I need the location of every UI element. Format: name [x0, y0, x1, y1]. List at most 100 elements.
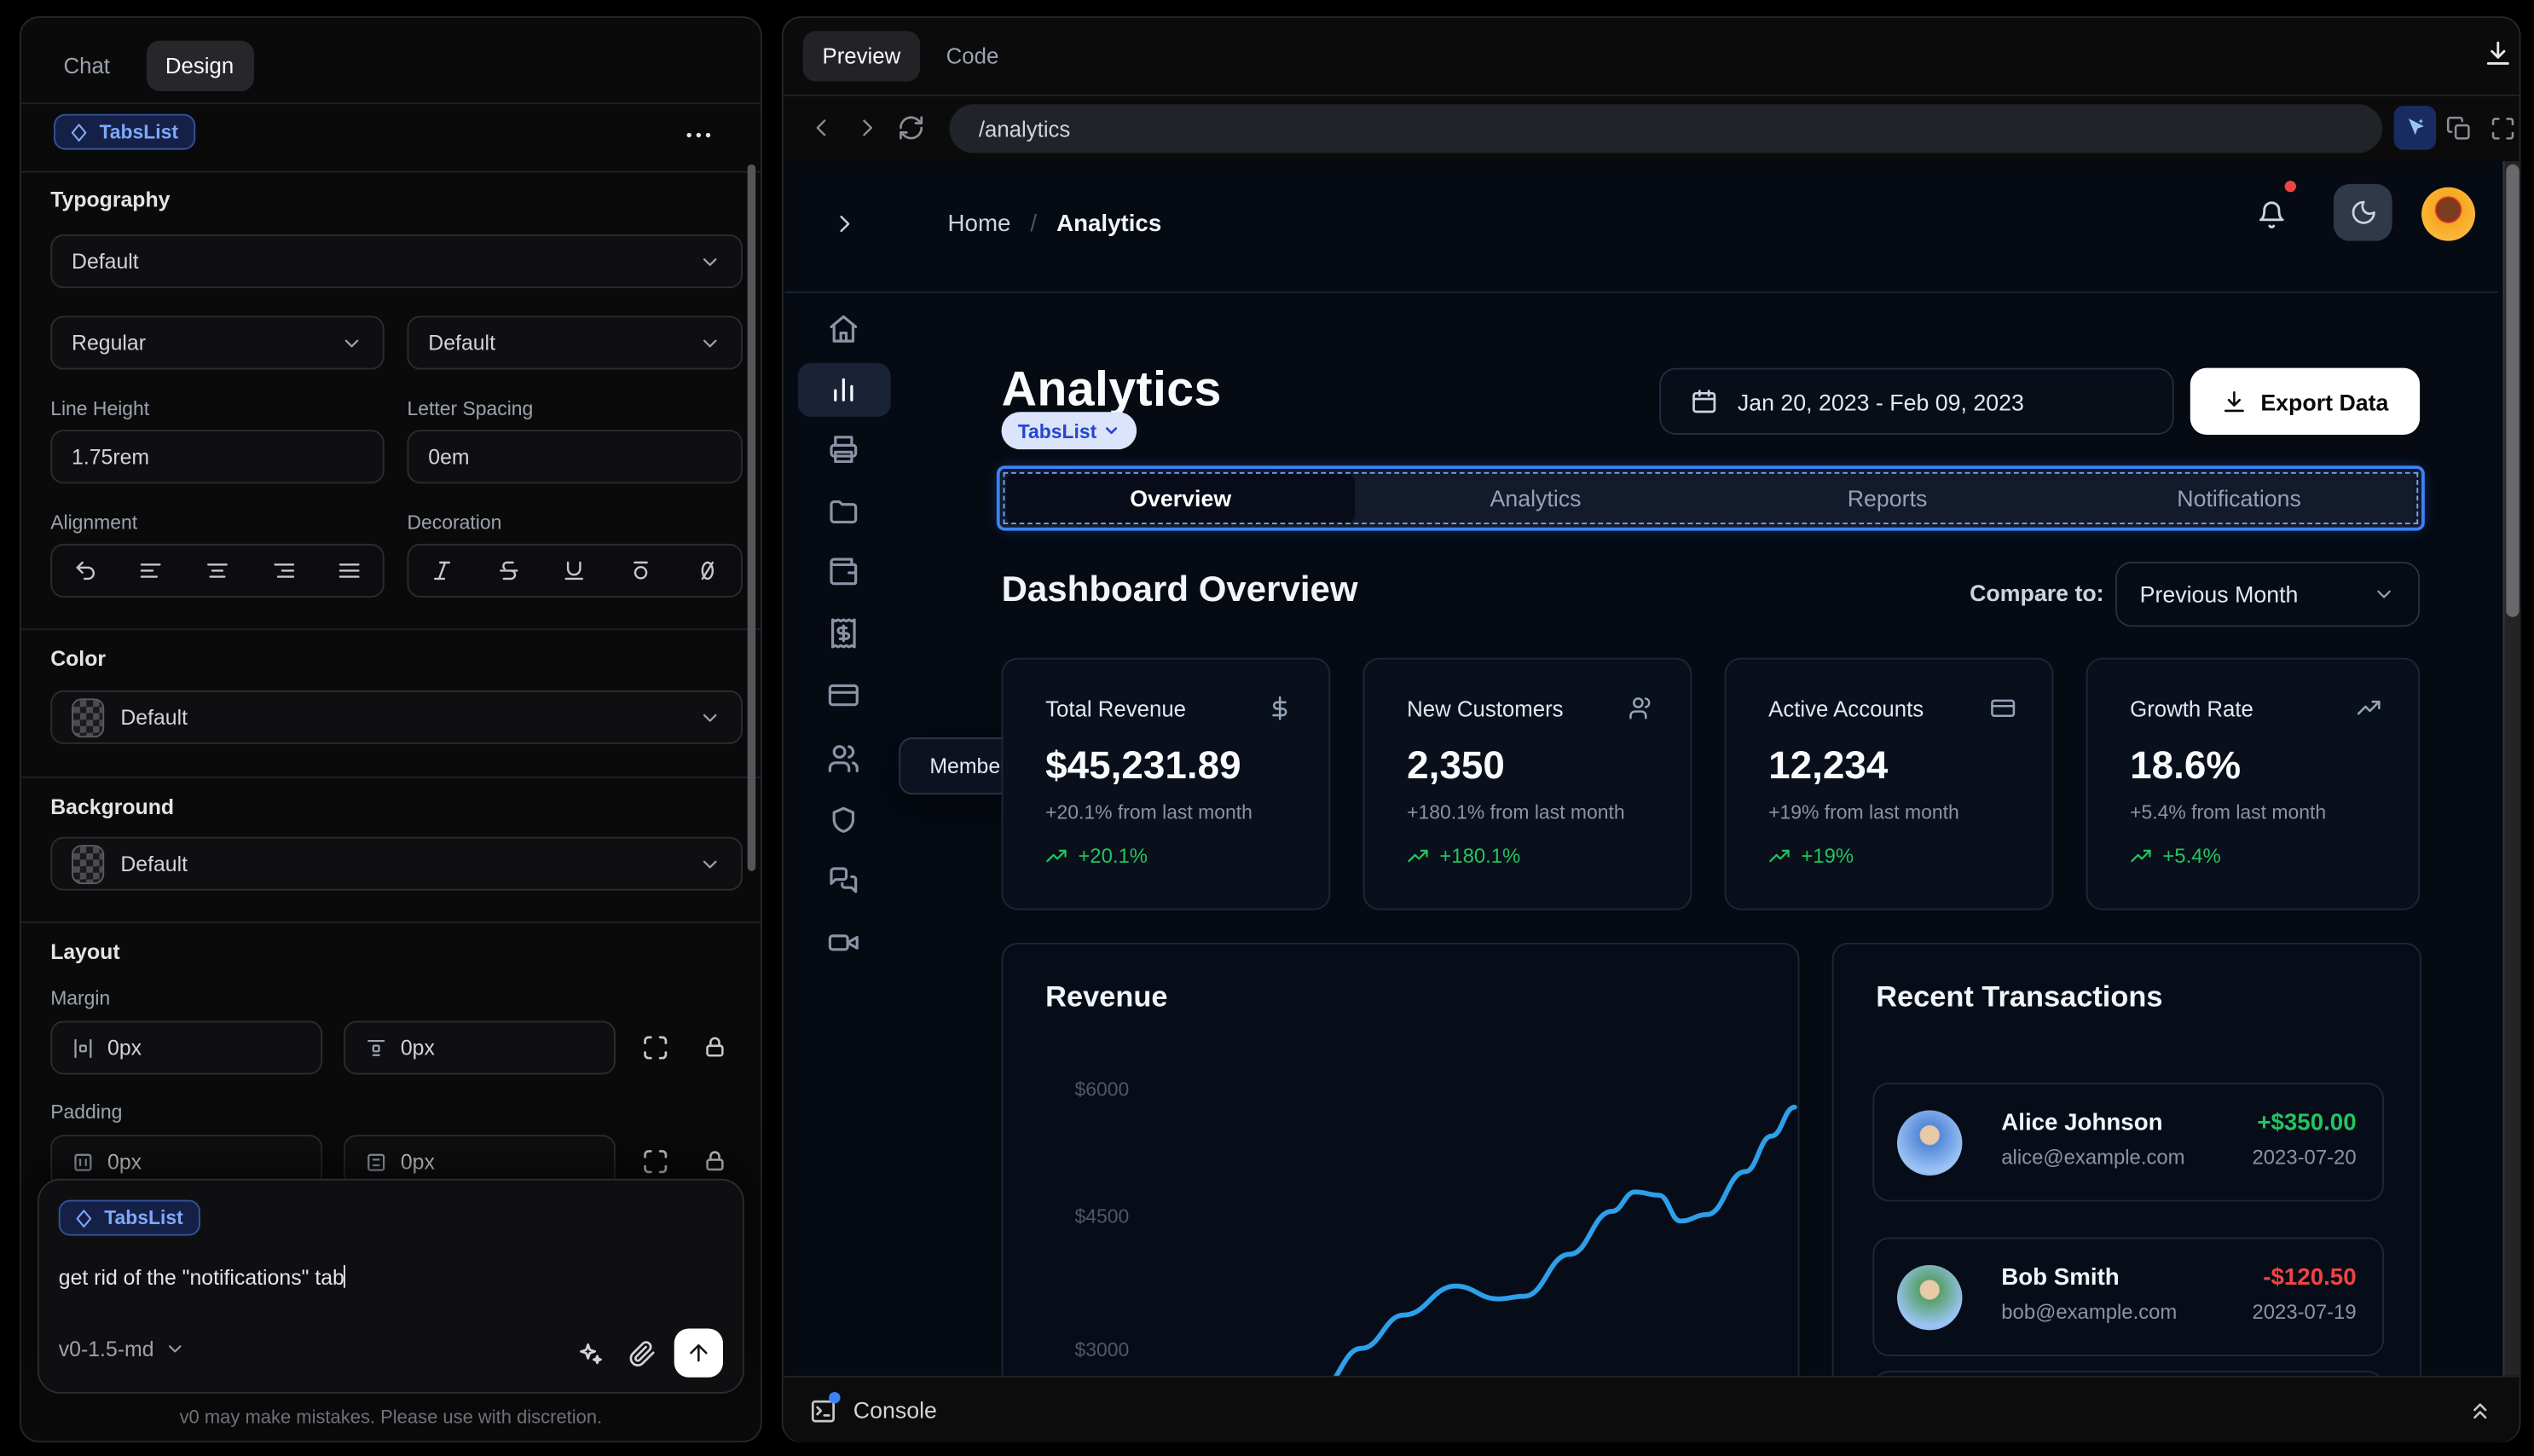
tab-notifications[interactable]: Notifications [2065, 472, 2414, 524]
copy-icon [2446, 116, 2470, 140]
decoration-label: Decoration [407, 511, 502, 534]
divider [784, 291, 2498, 293]
composer-context-chip[interactable]: TabsList [58, 1199, 201, 1237]
sidebar-scrollbar[interactable] [747, 164, 756, 871]
color-select[interactable]: Default [50, 690, 743, 744]
transaction-date: 2023-07-19 [2252, 1301, 2357, 1324]
letter-spacing-input[interactable]: 0em [407, 430, 743, 484]
tab-analytics[interactable]: Analytics [1362, 472, 1710, 524]
prompt-input[interactable]: get rid of the "notifications" tab [59, 1264, 346, 1290]
receipt-icon[interactable] [827, 617, 859, 650]
console-badge [829, 1391, 841, 1403]
date-range-picker[interactable]: Jan 20, 2023 - Feb 09, 2023 [1659, 367, 2174, 435]
app-scrollbar-thumb[interactable] [2505, 164, 2519, 617]
model-select[interactable]: v0-1.5-md [59, 1337, 185, 1361]
font-weight-select[interactable]: Regular [50, 315, 385, 370]
tab-design[interactable]: Design [145, 39, 254, 90]
no-decoration-icon[interactable] [696, 558, 720, 583]
divider [783, 94, 2520, 96]
shield-icon[interactable] [827, 804, 859, 836]
users-icon[interactable] [827, 742, 859, 775]
undo-icon[interactable] [73, 558, 98, 583]
text-caret [344, 1264, 346, 1288]
margin-lock-button[interactable] [697, 1029, 732, 1065]
breadcrumb-home[interactable]: Home [948, 211, 1011, 238]
forward-button[interactable] [855, 116, 880, 141]
notifications-button[interactable] [2257, 200, 2286, 229]
folder-icon[interactable] [827, 495, 859, 528]
theme-toggle-button[interactable] [2333, 183, 2392, 241]
align-left-icon[interactable] [139, 558, 164, 583]
align-justify-icon[interactable] [338, 558, 362, 583]
compare-select[interactable]: Previous Month [2115, 561, 2421, 627]
inspect-tool-button[interactable] [2393, 106, 2437, 150]
alignment-toolbar [50, 543, 385, 598]
divider [20, 102, 761, 105]
margin-expand-button[interactable] [637, 1029, 673, 1065]
credit-card-icon [1991, 699, 2016, 717]
video-icon[interactable] [827, 927, 859, 959]
diamond-icon [71, 123, 87, 142]
selected-element-overlay-chip[interactable]: TabsList [1001, 412, 1137, 450]
italic-icon[interactable] [430, 558, 454, 583]
export-data-button[interactable]: Export Data [2190, 367, 2421, 435]
background-select[interactable]: Default [50, 836, 743, 891]
strikethrough-icon[interactable] [496, 558, 521, 583]
panel-menu-button[interactable] [682, 118, 714, 151]
selected-element-chip[interactable]: TabsList [54, 113, 197, 151]
line-height-label: Line Height [50, 397, 150, 420]
enhance-prompt-button[interactable] [576, 1340, 604, 1367]
breadcrumb-current[interactable]: Analytics [1056, 211, 1161, 238]
chevron-right-icon [840, 216, 850, 233]
credit-card-icon[interactable] [827, 679, 859, 711]
font-family-select[interactable]: Default [50, 234, 743, 289]
align-center-icon[interactable] [205, 558, 230, 583]
tab-reports[interactable]: Reports [1713, 472, 2062, 524]
tab-preview[interactable]: Preview [802, 31, 921, 82]
app-scrollbar-track[interactable] [2502, 161, 2521, 1376]
divider [20, 628, 761, 631]
padding-lock-button[interactable] [697, 1143, 732, 1179]
console-bar[interactable]: Console [783, 1375, 2520, 1443]
printer-icon[interactable] [827, 433, 859, 465]
font-size-select[interactable]: Default [407, 315, 743, 370]
transaction-row[interactable]: Alice Johnson alice@example.com +$350.00… [1872, 1083, 2385, 1202]
transaction-row[interactable]: Bob Smith bob@example.com -$120.50 2023-… [1872, 1237, 2385, 1356]
messages-icon[interactable] [827, 864, 859, 897]
sidebar-mode-tabs: Chat Design [44, 31, 254, 99]
user-avatar[interactable] [2421, 187, 2476, 241]
ellipsis-icon [686, 132, 711, 138]
stat-card-active-accounts[interactable]: Active Accounts 12,234 +19% from last mo… [1724, 657, 2054, 910]
divider [20, 170, 761, 173]
calendar-icon [1692, 390, 1716, 413]
margin-x-input[interactable]: 0px [50, 1020, 323, 1075]
align-right-icon[interactable] [271, 558, 296, 583]
url-bar[interactable]: /analytics [949, 104, 2383, 153]
stat-card-growth-rate[interactable]: Growth Rate 18.6% +5.4% from last month … [2086, 657, 2421, 910]
refresh-button[interactable] [897, 114, 924, 142]
tab-overview[interactable]: Overview [1006, 471, 1356, 524]
prompt-composer[interactable]: TabsList get rid of the "notifications" … [37, 1178, 744, 1394]
underline-icon[interactable] [563, 558, 587, 583]
console-expand-button[interactable] [2467, 1397, 2493, 1424]
stat-card-new-customers[interactable]: New Customers 2,350 +180.1% from last mo… [1362, 657, 1692, 910]
margin-y-input[interactable]: 0px [343, 1020, 616, 1075]
bar-chart-icon[interactable] [827, 373, 859, 405]
send-button[interactable] [674, 1328, 723, 1378]
fullscreen-button[interactable] [2490, 116, 2516, 142]
attach-file-button[interactable] [628, 1340, 656, 1367]
stat-card-total-revenue[interactable]: Total Revenue $45,231.89 +20.1% from las… [1001, 657, 1331, 910]
line-height-input[interactable]: 1.75rem [50, 430, 385, 484]
margin-label: Margin [50, 986, 111, 1010]
padding-expand-button[interactable] [637, 1143, 673, 1179]
download-button[interactable] [2484, 39, 2513, 68]
sidebar-toggle-button[interactable] [832, 211, 857, 236]
tab-code[interactable]: Code [927, 31, 1018, 81]
copy-button[interactable] [2446, 116, 2473, 142]
back-button[interactable] [809, 116, 834, 141]
wallet-icon[interactable] [827, 555, 859, 587]
home-icon[interactable] [827, 313, 859, 345]
overline-icon[interactable] [629, 558, 654, 583]
tab-chat[interactable]: Chat [44, 40, 130, 90]
background-section-label: Background [50, 794, 175, 819]
